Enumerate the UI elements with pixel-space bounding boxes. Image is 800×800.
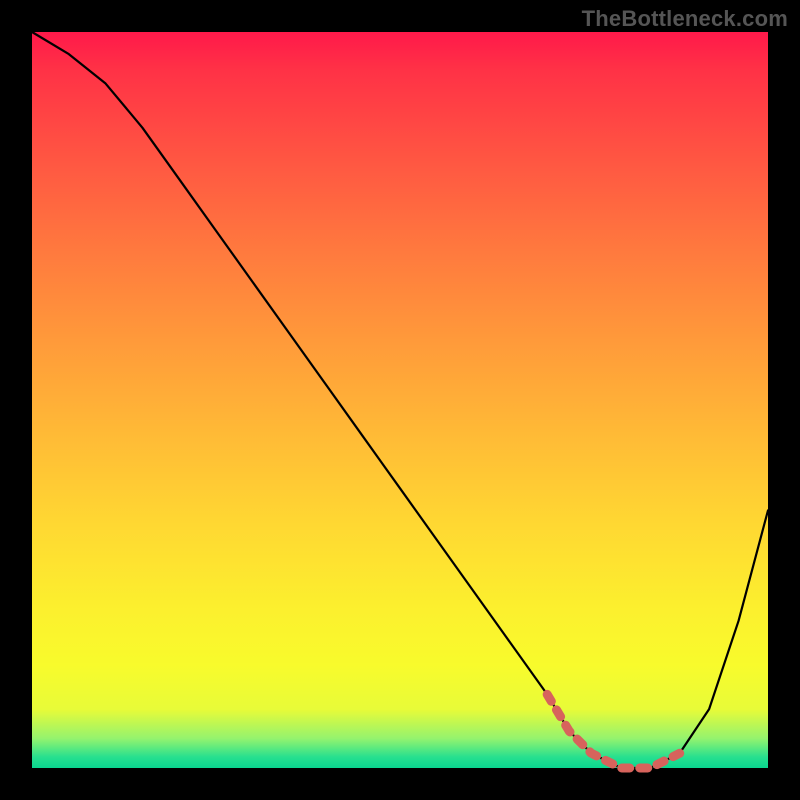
chart-container: TheBottleneck.com [0,0,800,800]
main-curve [32,32,768,768]
curve-svg [32,32,768,768]
watermark-text: TheBottleneck.com [582,6,788,32]
plot-area [32,32,768,768]
highlight-curve [547,694,679,768]
